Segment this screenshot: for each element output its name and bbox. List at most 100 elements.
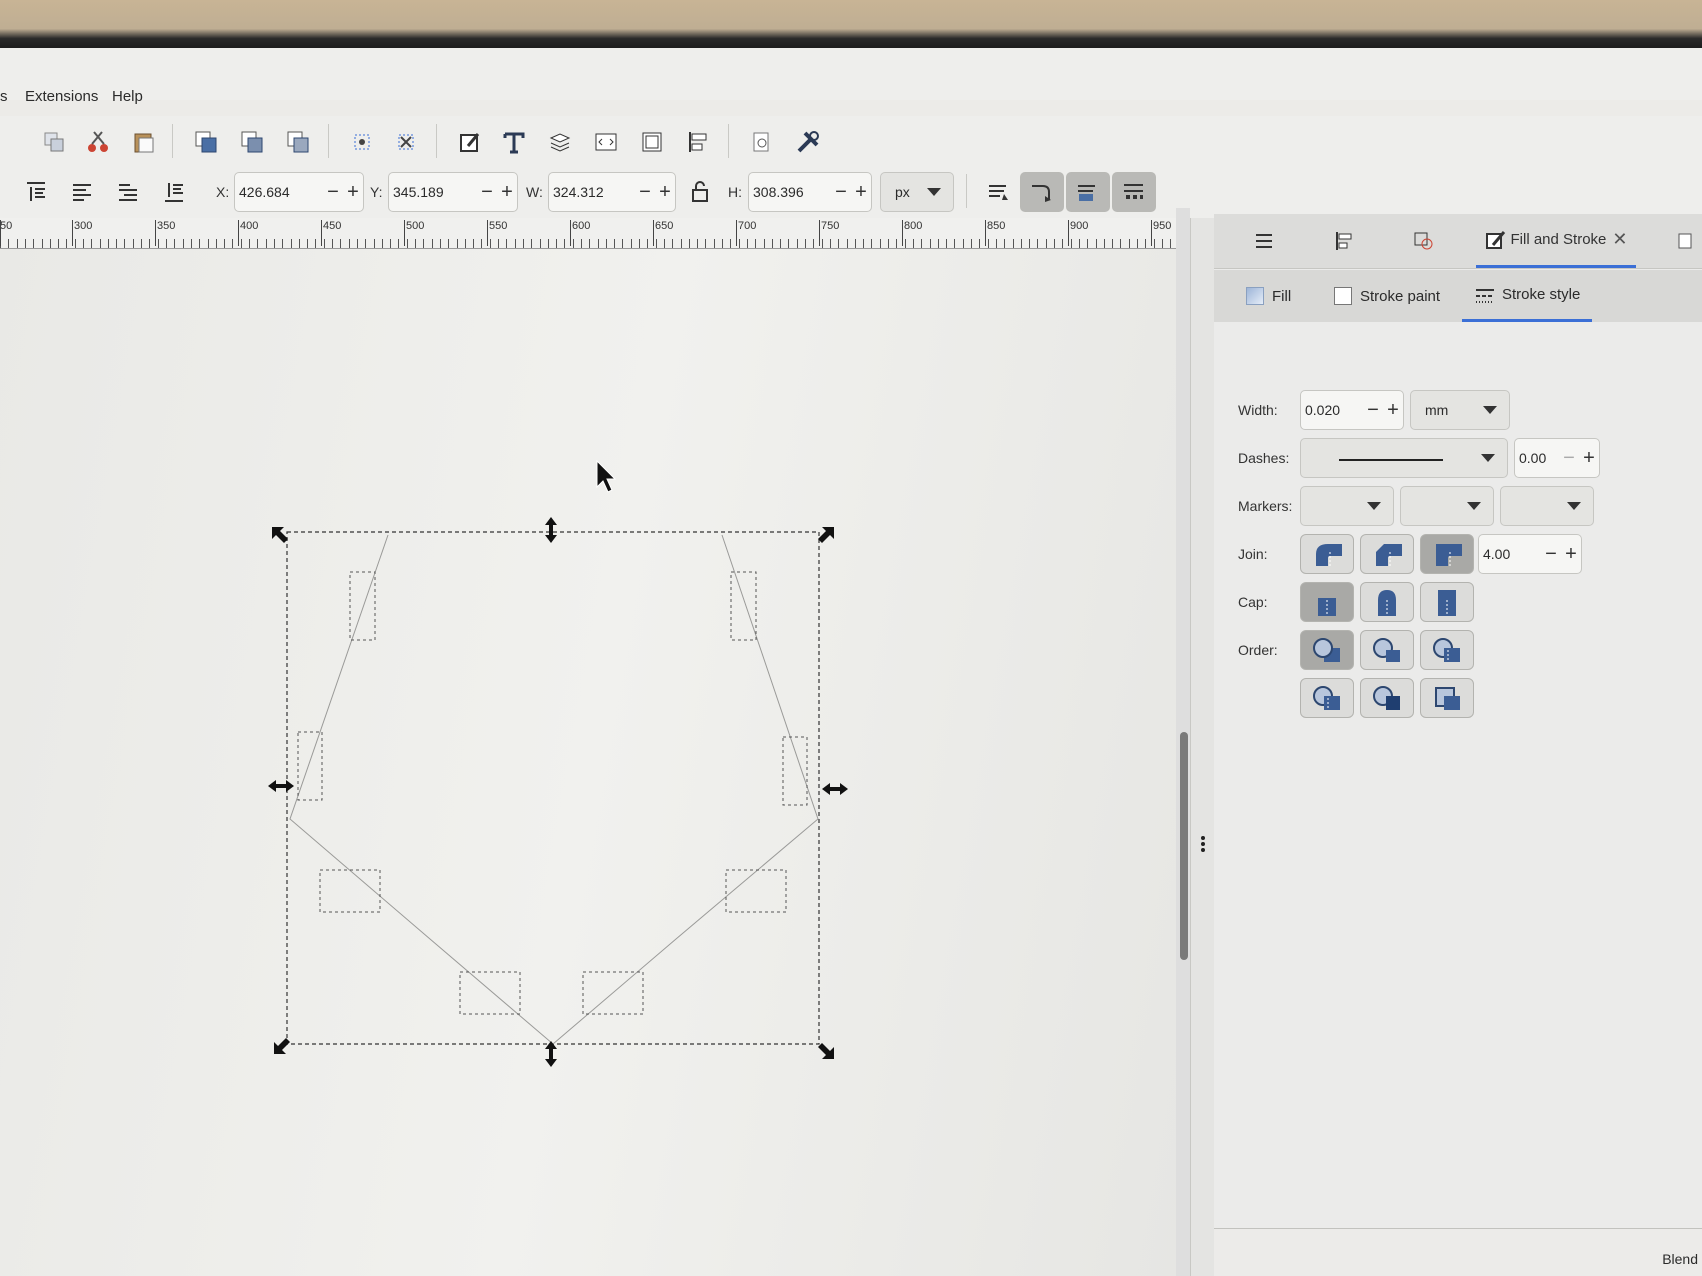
drawing-area[interactable] [0, 249, 1182, 1276]
h-value[interactable]: 308.396 [749, 184, 831, 200]
miter-limit-value[interactable]: 4.00 [1479, 546, 1541, 562]
tab-overflow[interactable] [1670, 214, 1700, 268]
y-field[interactable]: 345.189 − + [388, 172, 518, 212]
y-decrement-button[interactable]: − [477, 181, 497, 204]
miter-increment-button[interactable]: + [1561, 543, 1581, 566]
width-decrement-button[interactable]: − [1363, 399, 1383, 422]
ruler-tick [988, 239, 989, 248]
align-distribute-icon[interactable] [682, 126, 714, 158]
group-icon[interactable] [190, 126, 222, 158]
x-increment-button[interactable]: + [343, 181, 363, 204]
h-decrement-button[interactable]: − [831, 181, 851, 204]
canvas[interactable] [0, 249, 1182, 1276]
order-stroke-markers-fill-button[interactable] [1360, 678, 1414, 718]
order-smf-icon [1373, 686, 1400, 710]
transform-patterns-toggle[interactable] [1112, 172, 1156, 212]
start-marker-select[interactable] [1300, 486, 1394, 526]
tab-stroke-style[interactable]: Stroke style [1462, 270, 1592, 322]
select-same-icon[interactable] [346, 126, 378, 158]
lock-icon[interactable] [684, 176, 716, 208]
w-field[interactable]: 324.312 − + [548, 172, 676, 212]
duplicate-icon[interactable] [38, 126, 70, 158]
miter-limit-field[interactable]: 4.00 − + [1478, 534, 1582, 574]
document-properties-icon[interactable] [636, 126, 668, 158]
lower-to-bottom-icon[interactable] [158, 176, 190, 208]
dash-offset-field[interactable]: 0.00 − + [1514, 438, 1600, 478]
menu-item-partial[interactable]: s [0, 88, 8, 105]
unit-select[interactable]: px [880, 172, 954, 212]
order-markers-stroke-fill-button[interactable] [1420, 678, 1474, 718]
menu-item-extensions[interactable]: Extensions [25, 88, 98, 105]
raise-to-top-icon[interactable] [20, 176, 52, 208]
order-stroke-fill-markers-button[interactable] [1360, 630, 1414, 670]
cap-butt-button[interactable] [1300, 582, 1354, 622]
tab-fill-and-stroke[interactable]: Fill and Stroke ✕ [1476, 214, 1636, 268]
w-value[interactable]: 324.312 [549, 184, 635, 200]
dock-resize-handle[interactable] [1190, 218, 1215, 1276]
fill-stroke-icon[interactable] [454, 126, 486, 158]
scale-stroke-toggle[interactable] [978, 172, 1020, 212]
ruler-tick [780, 239, 781, 248]
print-preview-icon[interactable] [746, 126, 778, 158]
scale-corners-toggle[interactable] [1020, 172, 1064, 212]
h-field[interactable]: 308.396 − + [748, 172, 872, 212]
xml-editor-icon[interactable] [590, 126, 622, 158]
cut-icon[interactable] [82, 126, 114, 158]
lower-icon[interactable] [112, 176, 144, 208]
tab-stroke-paint[interactable]: Stroke paint [1334, 270, 1440, 322]
vertical-scrollbar-thumb[interactable] [1180, 732, 1188, 960]
menu-item-help[interactable]: Help [112, 88, 143, 105]
tab-layers-objects[interactable] [1234, 214, 1294, 268]
stroke-width-field[interactable]: 0.020 − + [1300, 390, 1404, 430]
h-increment-button[interactable]: + [851, 181, 871, 204]
width-increment-button[interactable]: + [1383, 399, 1403, 422]
text-icon[interactable] [498, 126, 530, 158]
transform-gradients-toggle[interactable] [1066, 172, 1110, 212]
join-round-button[interactable] [1300, 534, 1354, 574]
order-fill-stroke-markers-button[interactable] [1300, 630, 1354, 670]
raise-icon[interactable] [66, 176, 98, 208]
ruler-tick [100, 239, 101, 248]
dash-offset-decrement-button[interactable]: − [1559, 447, 1579, 470]
dash-offset-increment-button[interactable]: + [1579, 447, 1599, 470]
cap-square-button[interactable] [1420, 582, 1474, 622]
layers-icon[interactable] [544, 126, 576, 158]
preferences-icon[interactable] [792, 126, 824, 158]
w-increment-button[interactable]: + [655, 181, 675, 204]
clone-icon[interactable] [236, 126, 268, 158]
tab-fill[interactable]: Fill [1246, 270, 1291, 322]
miter-decrement-button[interactable]: − [1541, 543, 1561, 566]
ruler-tick [224, 239, 225, 248]
close-icon[interactable]: ✕ [1612, 229, 1627, 250]
ruler-label: 500 [406, 220, 425, 232]
dash-offset-value[interactable]: 0.00 [1515, 450, 1559, 466]
ruler-tick [432, 239, 433, 248]
tab-transform[interactable] [1394, 214, 1454, 268]
ruler-tick [722, 239, 723, 248]
x-decrement-button[interactable]: − [323, 181, 343, 204]
y-value[interactable]: 345.189 [389, 184, 477, 200]
order-markers-fill-stroke-button[interactable] [1300, 678, 1354, 718]
w-decrement-button[interactable]: − [635, 181, 655, 204]
transform-icon [1414, 232, 1433, 250]
mid-marker-select[interactable] [1400, 486, 1494, 526]
y-increment-button[interactable]: + [497, 181, 517, 204]
cap-round-button[interactable] [1360, 582, 1414, 622]
unlink-icon[interactable] [282, 126, 314, 158]
x-field[interactable]: 426.684 − + [234, 172, 364, 212]
end-marker-select[interactable] [1500, 486, 1594, 526]
width-unit-select[interactable]: mm [1410, 390, 1510, 430]
deselect-icon[interactable] [390, 126, 422, 158]
join-miter-button[interactable] [1420, 534, 1474, 574]
tab-align-distribute[interactable] [1314, 214, 1374, 268]
join-bevel-button[interactable] [1360, 534, 1414, 574]
markers-label: Markers: [1238, 498, 1293, 514]
width-label: Width: [1238, 402, 1278, 418]
stroke-width-value[interactable]: 0.020 [1301, 402, 1363, 418]
dash-pattern-select[interactable] [1300, 438, 1508, 478]
order-fill-markers-stroke-button[interactable] [1420, 630, 1474, 670]
command-toolbar [0, 116, 1702, 170]
paste-icon[interactable] [128, 126, 160, 158]
selection-handles[interactable] [268, 517, 848, 1067]
x-value[interactable]: 426.684 [235, 184, 323, 200]
